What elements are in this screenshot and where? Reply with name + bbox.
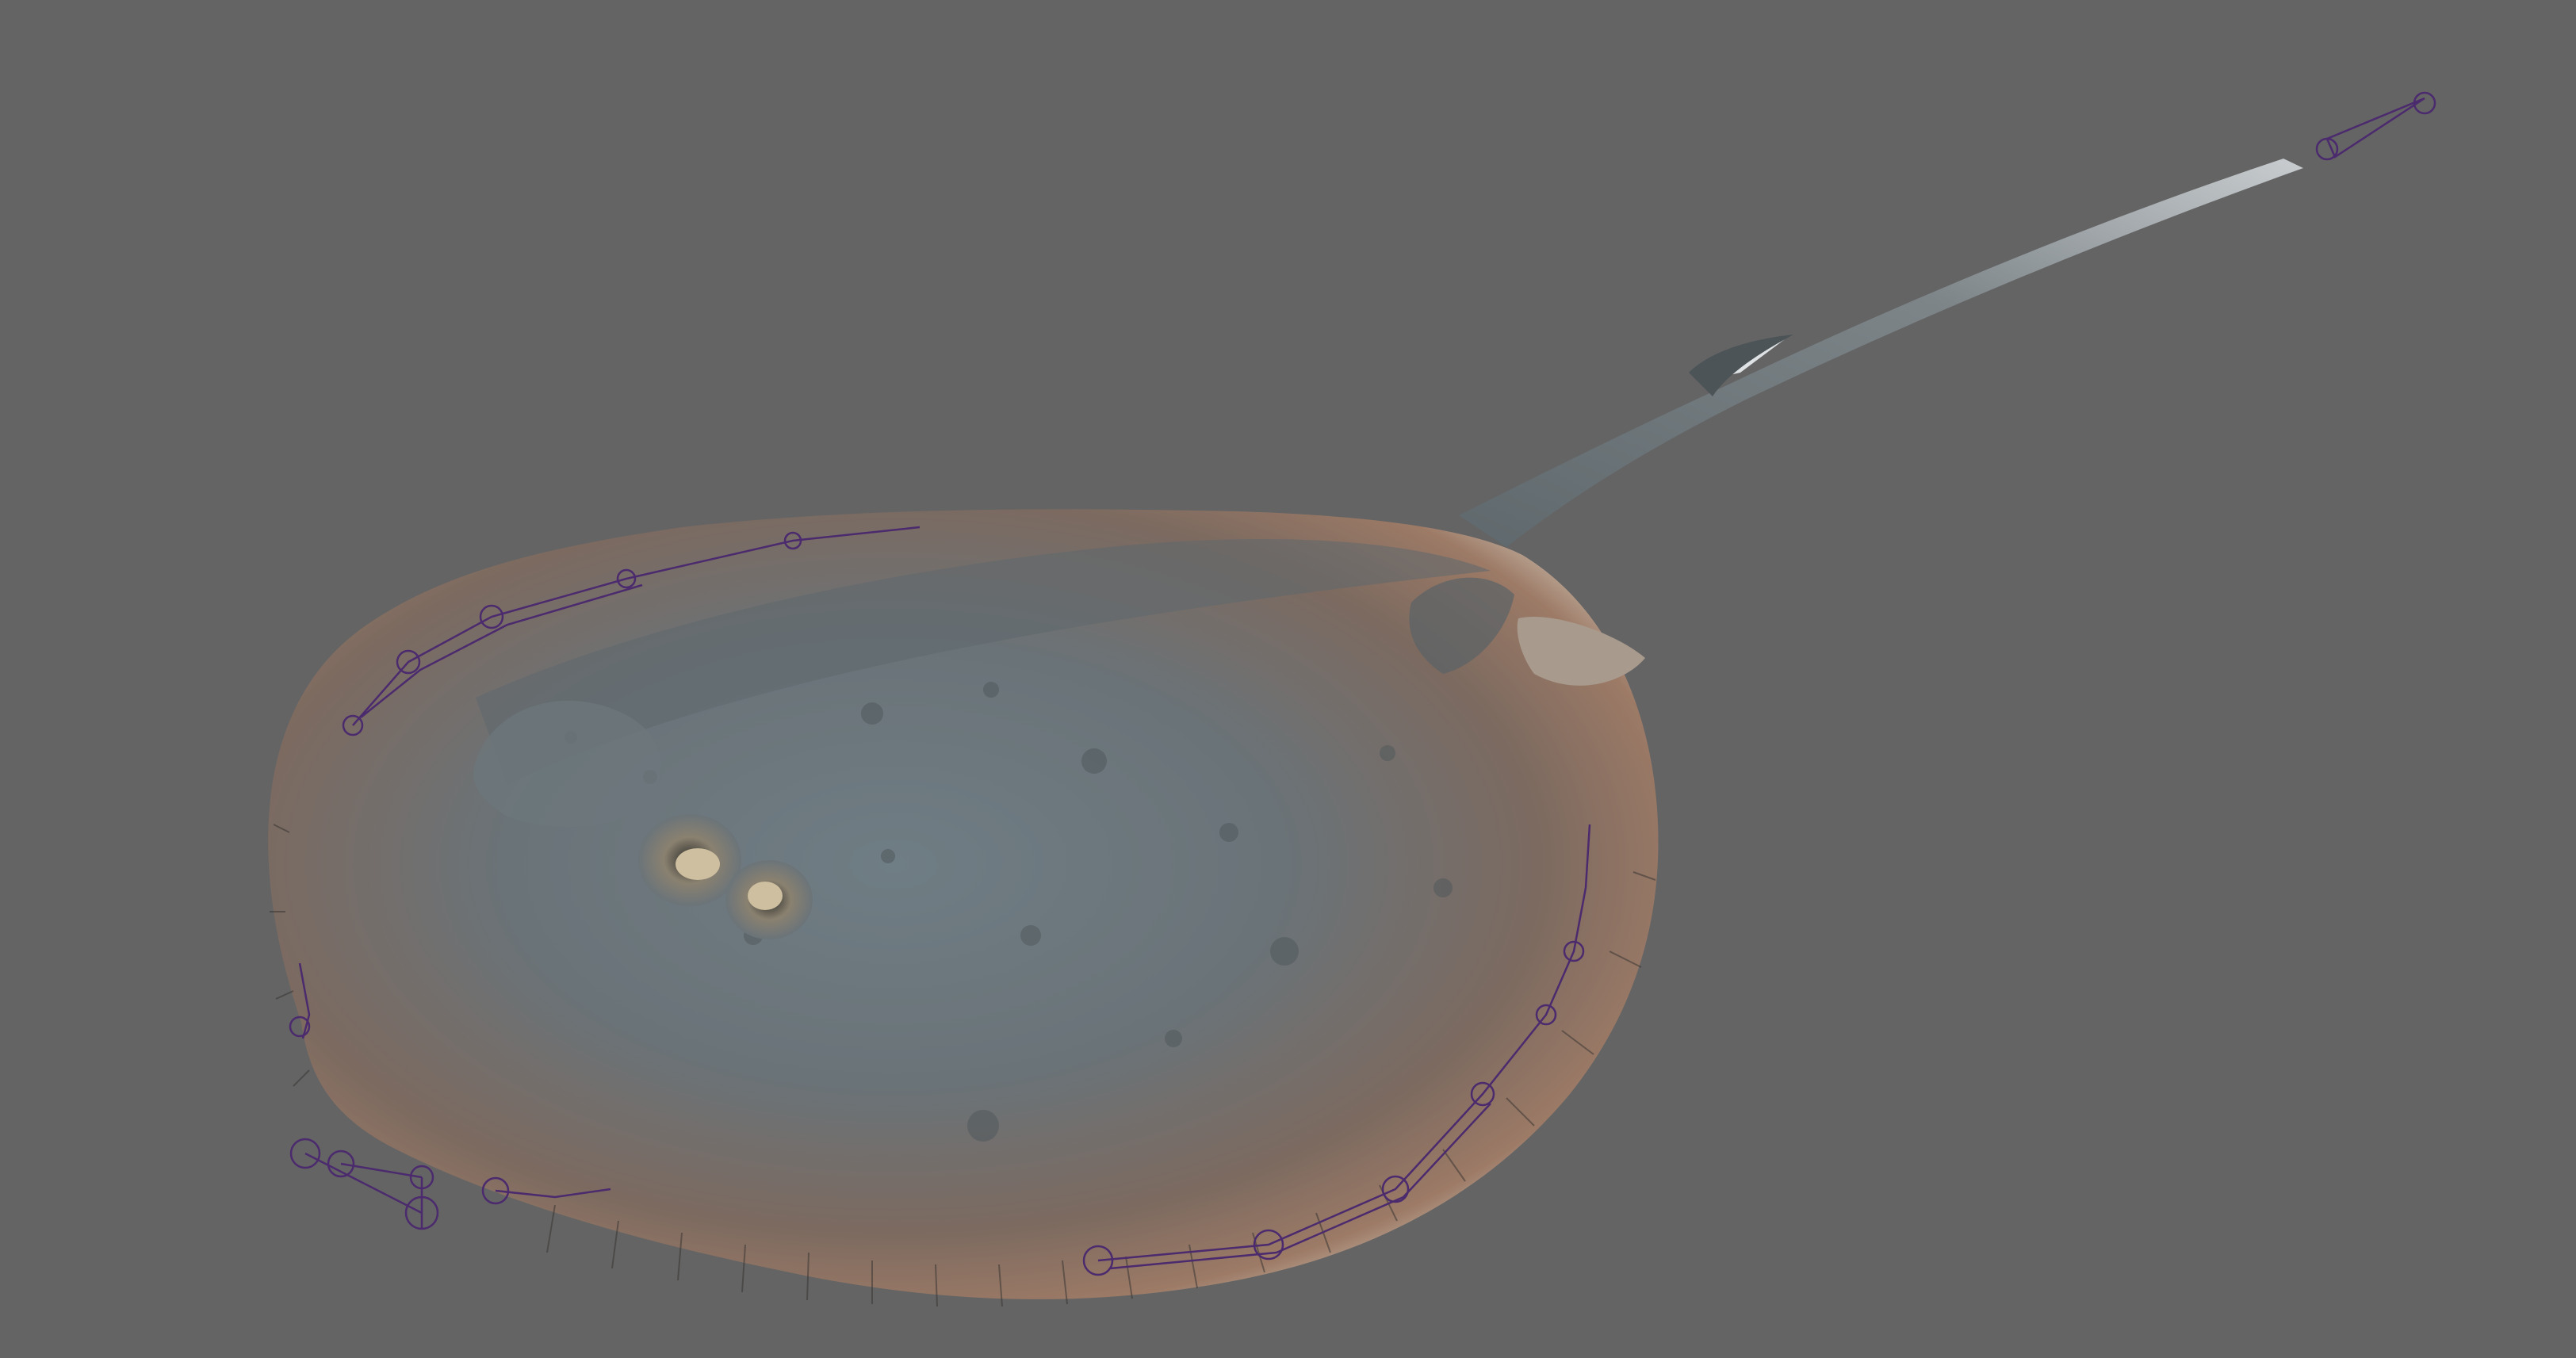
3d-viewport[interactable] [0,0,2576,1358]
viewport-canvas[interactable] [0,0,2576,1358]
stingray-tail[interactable] [1459,159,2303,547]
